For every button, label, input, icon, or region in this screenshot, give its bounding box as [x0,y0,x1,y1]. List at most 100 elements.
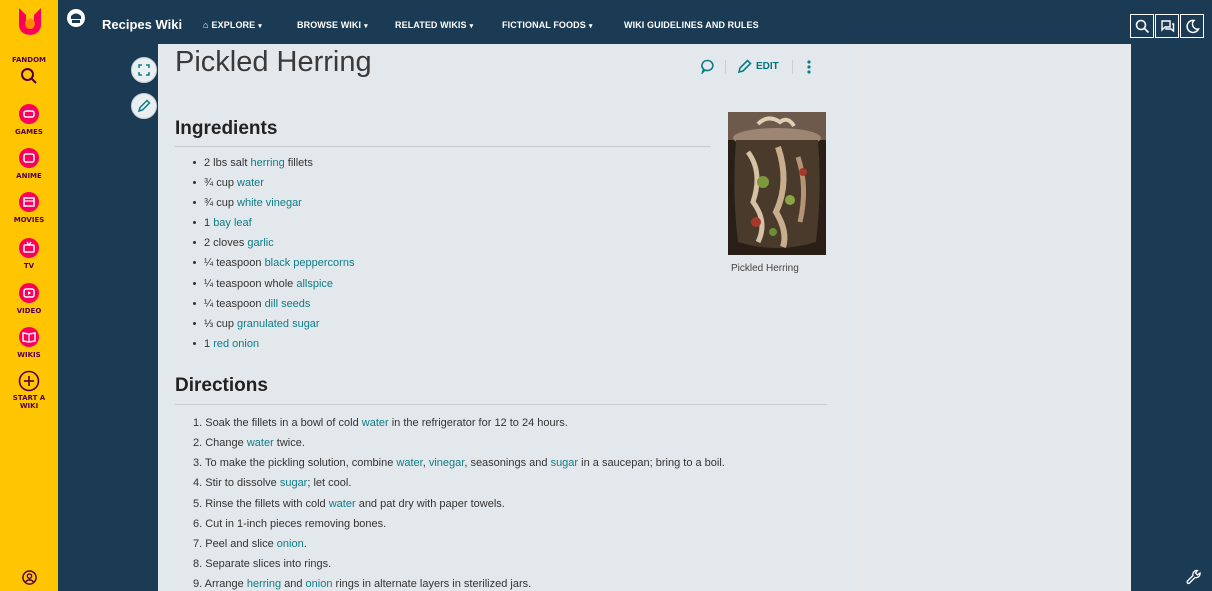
list-item: 1 red onion [193,337,354,357]
ingredient-link[interactable]: granulated sugar [237,318,320,330]
ingredient-link[interactable]: dill seeds [265,298,311,310]
direction-text: , seasonings and [464,457,551,470]
games-icon [19,104,39,124]
pencil-icon [137,99,151,113]
ingredient-link[interactable]: garlic [247,237,273,249]
rail-item-video[interactable]: VIDEO [0,283,58,315]
rail-label-tv: TV [23,262,35,270]
ingredients-list: 2 lbs salt herring fillets ¾ cup water ¾… [193,156,354,357]
nav-fictional-foods[interactable]: FICTIONAL FOODS ▾ [502,20,592,30]
rail-label-start-a: START A [12,394,46,402]
ingredient-text: ¼ teaspoon [204,297,265,310]
list-item: 8. Separate slices into rings. [193,557,725,577]
direction-link[interactable]: onion [306,578,333,590]
list-item: ¼ teaspoon dill seeds [193,297,354,317]
nav-browse-wiki[interactable]: BROWSE WIKI ▾ [297,20,368,30]
direction-link[interactable]: sugar [280,477,308,489]
list-item: ¼ teaspoon black peppercorns [193,256,354,276]
directions-heading: Directions [175,375,268,396]
left-background-panel [58,44,158,591]
search-icon[interactable] [20,67,38,85]
direction-link[interactable]: sugar [551,457,579,469]
direction-text: 5. Rinse the fillets with cold [193,497,329,510]
search-button[interactable] [1130,14,1154,38]
list-item: 2 cloves garlic [193,236,354,256]
ingredient-text: 2 cloves [204,237,248,250]
rail-item-tv[interactable]: TV [0,238,58,270]
edit-button[interactable]: EDIT [756,61,779,72]
search-icon [1135,19,1150,34]
ingredient-link[interactable]: water [237,177,264,189]
expand-icon [138,64,150,76]
ingredient-link[interactable]: allspice [296,278,333,290]
pickled-herring-image[interactable] [728,112,826,255]
float-edit-button[interactable] [131,93,157,119]
rail-item-fandom[interactable]: FANDOM [0,56,58,85]
list-item: 6. Cut in 1-inch pieces removing bones. [193,517,725,537]
discussions-button[interactable] [1155,14,1179,38]
ingredients-heading: Ingredients [175,118,278,139]
tool-separator [725,60,726,74]
direction-text: 4. Stir to dissolve [193,477,280,490]
nav-related-wikis[interactable]: RELATED WIKIS ▾ [395,20,473,30]
ingredient-text: ¼ teaspoon whole [204,277,297,290]
direction-link[interactable]: herring [247,578,281,590]
expand-button[interactable] [131,57,157,83]
direction-text: . [303,537,307,550]
direction-link[interactable]: water [362,417,389,429]
direction-link[interactable]: water [329,498,356,510]
ingredient-text: ¼ teaspoon [204,257,265,270]
list-item: 4. Stir to dissolve sugar; let cool. [193,476,725,496]
chevron-down-icon: ▾ [469,23,474,30]
pencil-icon[interactable] [737,59,752,74]
list-item: 3. To make the pickling solution, combin… [193,456,725,476]
ingredient-text: 1 [204,217,214,230]
rail-item-anime[interactable]: ANIME [0,148,58,180]
list-item: 9. Arrange herring and onion rings in al… [193,577,725,591]
comment-icon[interactable] [700,59,715,74]
direction-link[interactable]: water [396,457,422,469]
direction-text: 7. Peel and slice [193,537,277,550]
ingredient-link[interactable]: white vinegar [237,197,302,209]
fandom-logo-icon[interactable] [17,6,43,36]
list-item: 1 bay leaf [193,216,354,236]
direction-link[interactable]: water [247,437,274,449]
list-item: ¾ cup white vinegar [193,196,354,216]
nav-wiki-guidelines-label: WIKI GUIDELINES AND RULES [624,20,759,30]
wiki-name[interactable]: Recipes Wiki [102,17,182,32]
user-icon[interactable] [22,570,37,585]
anime-icon [19,148,39,168]
rail-item-wikis[interactable]: WIKIS [0,327,58,359]
ingredient-text: 1 [204,337,214,350]
nav-browse-wiki-label: BROWSE WIKI [297,20,362,30]
movies-icon [19,192,39,212]
direction-text: ; let cool. [307,477,352,490]
ingredient-text: ⅓ cup [204,317,238,330]
nav-explore[interactable]: ⌂ EXPLORE ▾ [203,20,262,30]
ingredient-link[interactable]: red onion [213,338,259,350]
direction-text: and [281,578,306,591]
ingredient-link[interactable]: herring [250,157,284,169]
direction-text: twice. [273,437,305,450]
direction-link[interactable]: vinegar [429,457,464,469]
wiki-logo-icon[interactable] [66,8,86,28]
chevron-down-icon: ▾ [364,23,368,30]
plus-icon [18,370,40,392]
ingredient-link[interactable]: bay leaf [213,217,252,229]
nav-wiki-guidelines[interactable]: WIKI GUIDELINES AND RULES [624,20,759,30]
rail-item-start-wiki[interactable]: START A WIKI [0,370,58,410]
direction-link[interactable]: onion [277,538,304,550]
theme-toggle-button[interactable] [1180,14,1204,38]
rail-label-games: GAMES [15,128,43,136]
list-item: 2. Change water twice. [193,436,725,456]
wrench-icon[interactable] [1186,569,1202,585]
ingredient-link[interactable]: black peppercorns [265,257,355,269]
direction-text: rings in alternate layers in sterilized … [332,578,532,591]
more-options-icon[interactable] [804,59,814,75]
rail-label-fandom: FANDOM [12,56,46,64]
rail-item-movies[interactable]: MOVIES [0,192,58,224]
content-sidebar [855,44,1131,591]
list-item: 5. Rinse the fillets with cold water and… [193,497,725,517]
ingredient-text: ¾ cup [204,197,238,210]
rail-item-games[interactable]: GAMES [0,104,58,136]
